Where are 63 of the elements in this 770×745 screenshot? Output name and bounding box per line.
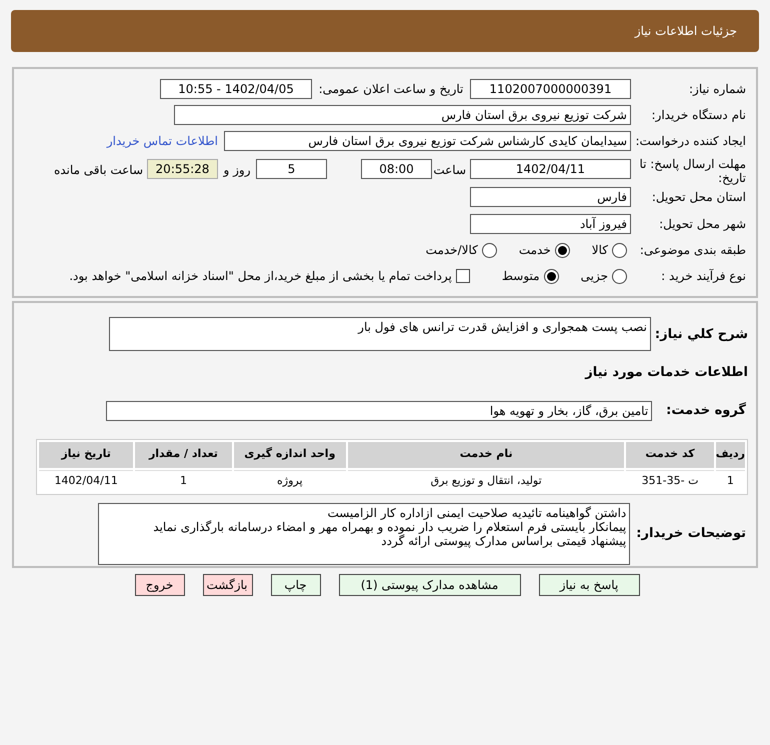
text-field[interactable]: فیروز آباد (470, 214, 631, 234)
radio-button[interactable] (554, 242, 570, 258)
table-cell: 1402/04/11 (39, 470, 134, 492)
radio-button[interactable] (612, 268, 627, 284)
text-field[interactable]: سیدایمان کایدی کارشناس شرکت توزیع نیروی برق استان فارس (224, 131, 631, 151)
field-label: طبقه بندی موضوعی: (638, 242, 746, 259)
radio-label: متوسط (502, 268, 540, 285)
table-cell: ت -35-351 (626, 470, 714, 492)
field-label: نام دستگاه خریدار: (650, 107, 746, 124)
radio-button[interactable] (612, 242, 627, 258)
field-label: شهر محل تحویل: (658, 216, 746, 233)
table-cell: 1 (135, 470, 232, 492)
radio-button[interactable] (544, 268, 559, 284)
action-button[interactable]: بازگشت (202, 574, 252, 596)
text-field[interactable]: 5 (256, 159, 327, 179)
column-header: واحد اندازه گیری (234, 442, 346, 468)
column-header: تعداد / مقدار (135, 442, 232, 468)
text-field[interactable]: 1402/04/11 (470, 159, 631, 179)
notes-field[interactable]: داشتن گواهینامه تائیدیه صلاحیت ایمنی ازاداره کار الزامیست پیمانکار بایستی فرم استعلام را ضریب دار نموده و بهمراه مهر و امضاء درسامانه بارگذاری نماید پیشنهاد قیمتی براساس مدارک پیوستی ارائه گردد (98, 502, 630, 564)
field-label: ایجاد کننده درخواست: (635, 133, 746, 150)
text-field[interactable]: 08:00 (361, 159, 432, 179)
action-button[interactable]: چاپ (270, 574, 320, 596)
column-header: ردیف (716, 442, 745, 468)
section-title: اطلاعات خدمات مورد نیاز (585, 364, 748, 382)
column-header: نام خدمت (348, 442, 624, 468)
checkbox[interactable] (456, 269, 470, 283)
field-label: نوع فرآیند خرید : (660, 268, 746, 285)
note-line: پیمانکار بایستی فرم استعلام را ضریب دار نموده و بهمراه مهر و امضاء درسامانه بارگذاری نماید (153, 520, 626, 534)
text-field[interactable]: شرکت توزیع نیروی برق استان فارس (174, 105, 631, 125)
text-field[interactable]: تامین برق، گاز، بخار و تهویه هوا (106, 400, 652, 420)
field-label: روز و (222, 162, 252, 179)
field-label: شرح کلي نياز: (654, 326, 748, 344)
table-cell: تولید، انتقال و توزیع برق (348, 470, 624, 492)
action-button[interactable]: مشاهده مدارک پیوستی (1) (338, 574, 520, 596)
countdown-field: 20:55:28 (147, 159, 218, 179)
field-label: استان محل تحویل: (650, 189, 746, 206)
field-label: ساعت (436, 162, 466, 179)
action-button[interactable]: خروج (134, 574, 184, 596)
field-label: مهلت ارسال پاسخ: تا تاریخ: (638, 157, 746, 185)
page-title: جزئیات اطلاعات نیاز (634, 23, 737, 40)
radio-label: خدمت (518, 242, 551, 259)
column-header: تاریخ نیاز (39, 442, 134, 468)
text-field[interactable]: فارس (470, 187, 631, 207)
radio-label: کالا/خدمت (426, 242, 478, 259)
description-field[interactable]: نصب پست همجواری و افزایش قدرت ترانس های فول بار (108, 317, 651, 351)
checkbox-label: پرداخت تمام یا بخشی از مبلغ خرید،از محل "اسناد خزانه اسلامی" خواهد بود. (69, 268, 452, 285)
column-header: کد خدمت (626, 442, 714, 468)
field-label: توضیحات خریدار: (636, 524, 746, 543)
text-field[interactable]: 1102007000000391 (470, 79, 631, 99)
contact-link[interactable]: اطلاعات تماس خریدار (106, 132, 218, 150)
radio-label: جزیی (580, 268, 608, 285)
action-button[interactable]: پاسخ به نیاز (538, 574, 640, 596)
radio-button[interactable] (482, 242, 497, 258)
note-line: داشتن گواهینامه تائیدیه صلاحیت ایمنی ازاداره کار الزامیست (327, 506, 626, 520)
table-cell: 1 (716, 470, 745, 492)
table-cell: پروژه (234, 470, 346, 492)
radio-label: کالا (592, 242, 608, 259)
note-line: پیشنهاد قیمتی براساس مدارک پیوستی ارائه گردد (381, 534, 626, 548)
field-label: گروه خدمت: (666, 401, 746, 420)
text-field[interactable]: 1402/04/05 - 10:55 (160, 79, 312, 99)
field-label: تاریخ و ساعت اعلان عمومی: (318, 81, 464, 98)
field-label: ساعت باقی مانده (54, 162, 143, 179)
field-label: شماره نیاز: (688, 81, 746, 98)
